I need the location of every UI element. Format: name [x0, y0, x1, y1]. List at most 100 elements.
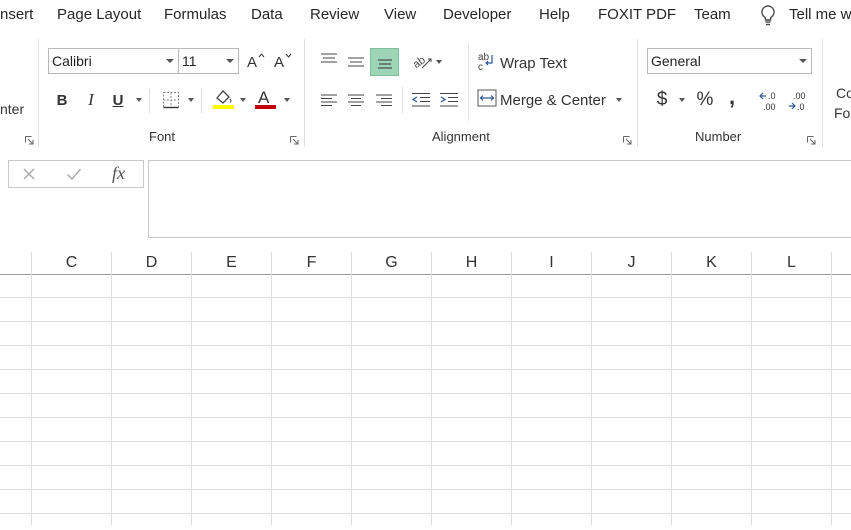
orientation-dropdown-icon[interactable] — [436, 60, 442, 64]
align-center-icon[interactable] — [344, 88, 368, 112]
formula-buttons: fx — [8, 160, 144, 188]
number-launcher-icon[interactable] — [807, 132, 816, 145]
chevron-down-icon — [166, 59, 174, 63]
tab-developer[interactable]: Developer — [443, 6, 511, 23]
group-separator — [822, 39, 823, 147]
wrap-text-icon: ab c — [477, 51, 497, 76]
merge-center-icon — [477, 89, 497, 112]
format-as-table-partial-label[interactable]: Fo — [834, 105, 850, 121]
fill-color-icon[interactable] — [212, 87, 236, 111]
percent-style-button[interactable]: % — [694, 88, 716, 112]
wrap-text-button[interactable]: ab c Wrap Text — [477, 51, 567, 75]
svg-text:.0: .0 — [797, 102, 805, 112]
increase-font-size-icon[interactable]: A — [245, 51, 265, 71]
svg-text:ab: ab — [412, 54, 428, 71]
number-group-label: Number — [695, 129, 742, 144]
borders-icon[interactable] — [160, 89, 182, 111]
svg-text:A: A — [247, 54, 257, 71]
ribbon: nter Calibri 11 A A B I U A Font ab ab c… — [0, 31, 851, 149]
divider — [201, 89, 202, 113]
tab-formulas[interactable]: Formulas — [164, 6, 227, 23]
column-header-partial[interactable] — [832, 252, 851, 274]
svg-text:.0: .0 — [768, 91, 776, 101]
number-format-combo[interactable]: General — [647, 48, 812, 74]
conditional-formatting-partial-label[interactable]: Co — [836, 85, 851, 101]
cancel-icon[interactable] — [22, 167, 36, 186]
decrease-indent-icon[interactable] — [409, 88, 433, 112]
lightbulb-icon[interactable] — [759, 4, 777, 31]
underline-button[interactable]: U — [108, 89, 128, 111]
svg-text:.00: .00 — [793, 91, 806, 101]
column-header-d[interactable]: D — [112, 252, 192, 274]
clipboard-partial-label[interactable]: nter — [0, 101, 24, 117]
fill-color-dropdown-icon[interactable] — [240, 98, 246, 102]
italic-button[interactable]: I — [81, 89, 101, 111]
chevron-down-icon — [226, 59, 234, 63]
column-header-k[interactable]: K — [672, 252, 752, 274]
font-size-value: 11 — [182, 53, 197, 69]
gridlines — [0, 274, 851, 525]
insert-function-button[interactable]: fx — [112, 163, 125, 184]
font-group-label: Font — [149, 129, 176, 144]
tab-page-layout[interactable]: Page Layout — [57, 6, 141, 23]
accounting-dropdown-icon[interactable] — [679, 98, 685, 102]
increase-indent-icon[interactable] — [437, 88, 461, 112]
svg-text:.00: .00 — [763, 102, 776, 112]
column-header-e[interactable]: E — [192, 252, 272, 274]
tab-review[interactable]: Review — [310, 6, 359, 23]
bottom-align-icon[interactable] — [370, 48, 399, 76]
font-color-icon[interactable]: A — [254, 87, 278, 111]
clipboard-launcher-icon[interactable] — [25, 132, 34, 145]
font-color-dropdown-icon[interactable] — [284, 98, 290, 102]
column-header-c[interactable]: C — [32, 252, 112, 274]
column-header-g[interactable]: G — [352, 252, 432, 274]
orientation-icon[interactable]: ab — [411, 50, 435, 74]
column-header-row: C D E F G H I J K L — [0, 252, 851, 275]
formula-input[interactable] — [148, 160, 851, 238]
tab-insert[interactable]: nsert — [0, 6, 33, 23]
increase-decimal-icon[interactable]: .0.00 — [758, 89, 782, 113]
ribbon-tab-bar: nsert Page Layout Formulas Data Review V… — [0, 0, 851, 31]
number-format-value: General — [651, 53, 701, 69]
chevron-down-icon — [799, 59, 807, 63]
column-header-j[interactable]: J — [592, 252, 672, 274]
decrease-font-size-icon[interactable]: A — [272, 51, 292, 71]
group-separator — [38, 39, 39, 147]
tell-me-search[interactable]: Tell me w — [789, 6, 851, 23]
top-align-icon[interactable] — [317, 48, 341, 72]
tab-data[interactable]: Data — [251, 6, 283, 23]
comma-style-button[interactable]: , — [722, 84, 742, 109]
column-header-i[interactable]: I — [512, 252, 592, 274]
font-size-combo[interactable]: 11 — [178, 48, 239, 74]
column-header-f[interactable]: F — [272, 252, 352, 274]
tab-foxit-pdf[interactable]: FOXIT PDF — [598, 6, 676, 23]
wrap-text-label: Wrap Text — [500, 54, 567, 72]
group-separator — [304, 39, 305, 147]
svg-text:c: c — [478, 62, 483, 71]
tab-help[interactable]: Help — [539, 6, 570, 23]
alignment-launcher-icon[interactable] — [623, 132, 632, 145]
accounting-format-button[interactable]: $ — [651, 88, 673, 112]
svg-text:A: A — [274, 54, 284, 71]
tab-team[interactable]: Team — [694, 6, 731, 23]
tab-view[interactable]: View — [384, 6, 416, 23]
bold-button[interactable]: B — [52, 89, 72, 111]
column-header-l[interactable]: L — [752, 252, 832, 274]
cell-grid[interactable] — [0, 274, 851, 525]
merge-center-button[interactable]: Merge & Center — [477, 88, 606, 112]
column-header-h[interactable]: H — [432, 252, 512, 274]
align-left-icon[interactable] — [317, 88, 341, 112]
column-header-partial[interactable] — [0, 252, 32, 274]
svg-text:A: A — [258, 88, 270, 107]
font-launcher-icon[interactable] — [290, 132, 299, 145]
enter-check-icon[interactable] — [66, 167, 82, 186]
merge-center-dropdown-icon[interactable] — [616, 98, 622, 102]
font-name-combo[interactable]: Calibri — [48, 48, 179, 74]
middle-align-icon[interactable] — [344, 50, 368, 74]
borders-dropdown-icon[interactable] — [188, 98, 194, 102]
align-right-icon[interactable] — [372, 88, 396, 112]
divider — [149, 89, 150, 113]
decrease-decimal-icon[interactable]: .00.0 — [786, 89, 810, 113]
underline-dropdown-icon[interactable] — [136, 98, 142, 102]
divider — [468, 43, 469, 121]
